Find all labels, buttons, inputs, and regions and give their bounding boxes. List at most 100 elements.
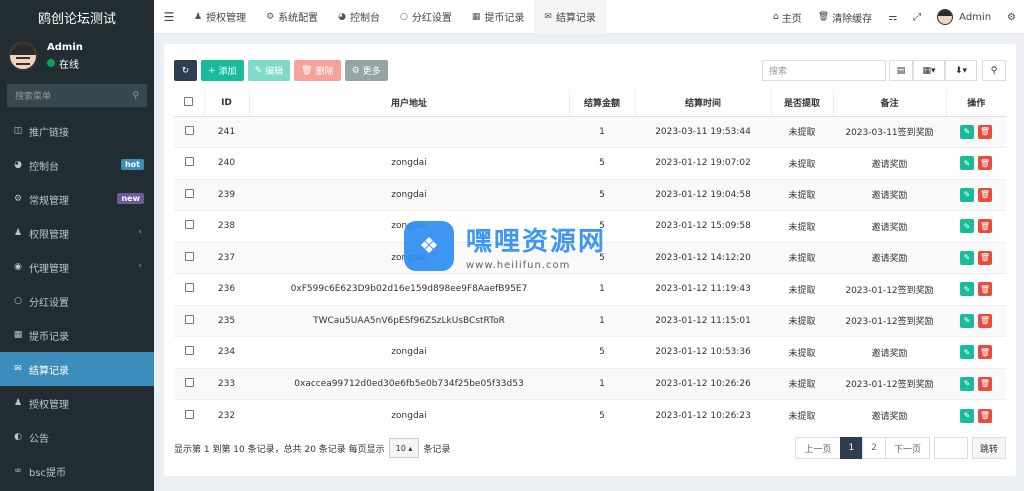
table-row[interactable]: 232 zongdai 5 2023-01-12 10:26:23 未提取 邀请… xyxy=(174,399,1006,431)
delete-button[interactable]: 🗑 删除 xyxy=(294,60,341,81)
row-delete-button[interactable]: 🗑 xyxy=(978,282,992,297)
tab-dashboard[interactable]: ◕ 控制台 xyxy=(328,0,390,34)
row-edit-button[interactable]: ✎ xyxy=(960,345,974,360)
row-checkbox[interactable] xyxy=(184,188,194,198)
row-checkbox[interactable] xyxy=(184,220,194,230)
tab-authorization[interactable]: ♟ 授权管理 xyxy=(184,0,256,34)
tab-settlements[interactable]: ✉ 结算记录 xyxy=(534,0,606,34)
page-2-button[interactable]: 2 xyxy=(862,437,886,459)
select-all-checkbox[interactable] xyxy=(184,96,194,106)
columns-button[interactable]: ▦▾ xyxy=(913,60,945,81)
page-1-button[interactable]: 1 xyxy=(839,437,864,459)
table-row[interactable]: 236 0xF599c6E623D9b02d16e159d898ee9F8Aae… xyxy=(174,273,1006,305)
row-delete-button[interactable]: 🗑 xyxy=(978,376,992,391)
row-checkbox[interactable] xyxy=(184,377,194,387)
sidebar-item-announcement[interactable]: ◐ 公告 xyxy=(0,420,154,454)
app-title[interactable]: 鸥创论坛测试 xyxy=(0,0,154,34)
row-delete-button[interactable]: 🗑 xyxy=(978,313,992,328)
row-checkbox-cell[interactable] xyxy=(174,304,204,337)
row-delete-button[interactable]: 🗑 xyxy=(978,187,992,202)
row-edit-button[interactable]: ✎ xyxy=(960,187,974,202)
sidebar-item-withdrawals[interactable]: ▦ 提币记录 xyxy=(0,318,154,352)
table-row[interactable]: 234 zongdai 5 2023-01-12 10:53:36 未提取 邀请… xyxy=(174,336,1006,368)
fullscreen-icon[interactable]: ⤢ xyxy=(905,12,929,23)
menu-toggle-icon[interactable]: ☰ xyxy=(154,10,184,24)
row-delete-button[interactable]: 🗑 xyxy=(978,219,992,234)
sidebar-item-agents[interactable]: ◉ 代理管理 ‹ xyxy=(0,250,154,284)
sidebar-item-dashboard[interactable]: ◕ 控制台 hot xyxy=(0,148,154,182)
refresh-button[interactable]: ↻ xyxy=(174,60,197,81)
tab-dividend[interactable]: ○ 分红设置 xyxy=(390,0,462,34)
row-edit-button[interactable]: ✎ xyxy=(960,124,974,139)
tab-withdrawals[interactable]: ▦ 提币记录 xyxy=(462,0,535,34)
avatar xyxy=(937,9,954,25)
row-checkbox-cell[interactable] xyxy=(174,147,204,179)
table-row[interactable]: 233 0xaccea99712d0ed30e6fb5e0b734f25be05… xyxy=(174,367,1006,400)
row-edit-button[interactable]: ✎ xyxy=(960,156,974,171)
row-delete-button[interactable]: 🗑 xyxy=(978,156,992,171)
row-checkbox[interactable] xyxy=(184,125,194,135)
row-edit-button[interactable]: ✎ xyxy=(960,408,974,423)
table-row[interactable]: 240 zongdai 5 2023-01-12 19:07:02 未提取 邀请… xyxy=(174,147,1006,179)
row-checkbox-cell[interactable] xyxy=(174,367,204,400)
row-delete-button[interactable]: 🗑 xyxy=(978,345,992,360)
column-header-address[interactable]: 用户地址 xyxy=(248,90,569,117)
sidebar-item-dividend[interactable]: ○ 分红设置 xyxy=(0,284,154,318)
row-checkbox-cell[interactable] xyxy=(174,273,204,305)
jump-page-input[interactable] xyxy=(933,437,968,459)
row-delete-button[interactable]: 🗑 xyxy=(978,250,992,265)
row-checkbox-cell[interactable] xyxy=(174,241,204,274)
toggle-view-button[interactable]: ▤ xyxy=(889,60,913,81)
row-edit-button[interactable]: ✎ xyxy=(960,376,974,391)
row-edit-button[interactable]: ✎ xyxy=(960,219,974,234)
sidebar-item-promo-link[interactable]: ◫ 推广链接 xyxy=(0,114,154,148)
export-button[interactable]: ⬇▾ xyxy=(945,60,977,81)
column-header-note[interactable]: 备注 xyxy=(832,90,946,117)
user-menu[interactable]: Admin xyxy=(929,9,999,25)
more-button[interactable]: ⚙ 更多 xyxy=(344,60,388,81)
edit-button[interactable]: ✎ 编辑 xyxy=(247,60,291,81)
jump-button[interactable]: 跳转 xyxy=(971,437,1006,459)
select-all-header[interactable] xyxy=(174,90,204,117)
row-delete-button[interactable]: 🗑 xyxy=(978,408,992,423)
row-checkbox-cell[interactable] xyxy=(174,115,204,148)
sidebar-item-permissions[interactable]: ♟ 权限管理 ‹ xyxy=(0,216,154,250)
gear-icon[interactable]: ⚙ xyxy=(999,12,1024,23)
row-delete-button[interactable]: 🗑 xyxy=(978,124,992,139)
row-checkbox[interactable] xyxy=(184,409,194,419)
row-checkbox[interactable] xyxy=(184,314,194,324)
row-edit-button[interactable]: ✎ xyxy=(960,282,974,297)
page-size-select[interactable]: 10 ▴ xyxy=(388,438,420,458)
clear-cache-button[interactable]: 🗑 清除缓存 xyxy=(810,10,880,25)
row-checkbox[interactable] xyxy=(184,283,194,293)
column-header-time[interactable]: 结算时间 xyxy=(634,90,771,117)
row-checkbox[interactable] xyxy=(184,251,194,261)
column-header-extracted[interactable]: 是否提取 xyxy=(770,90,833,117)
column-header-amount[interactable]: 结算金额 xyxy=(568,90,635,117)
row-edit-button[interactable]: ✎ xyxy=(960,250,974,265)
sidebar-search-input[interactable]: 搜索菜单 ⚲ xyxy=(7,84,147,107)
sidebar-item-authorization[interactable]: ♟ 授权管理 xyxy=(0,386,154,420)
home-link[interactable]: ⌂ 主页 xyxy=(765,10,810,25)
row-checkbox-cell[interactable] xyxy=(174,210,204,242)
sidebar-item-bsc-withdraw[interactable]: ∞ bsc提币 xyxy=(0,454,154,488)
table-search-input[interactable]: 搜索 xyxy=(762,60,886,81)
sidebar-item-settlements[interactable]: ✉ 结算记录 xyxy=(0,352,154,386)
sidebar-item-general[interactable]: ⚙ 常规管理 new xyxy=(0,182,154,216)
column-header-id[interactable]: ID xyxy=(203,90,249,117)
table-row[interactable]: 241 1 2023-03-11 19:53:44 未提取 2023-03-11… xyxy=(174,115,1006,148)
row-checkbox[interactable] xyxy=(184,157,194,167)
table-row[interactable]: 235 TWCau5UAA5nV6pESf96ZSzLkUsBCstRToR 1… xyxy=(174,304,1006,337)
row-checkbox-cell[interactable] xyxy=(174,178,204,211)
advanced-search-button[interactable]: ⚲ xyxy=(982,60,1006,81)
row-checkbox[interactable] xyxy=(184,346,194,356)
row-checkbox-cell[interactable] xyxy=(174,399,204,431)
prev-page-button[interactable]: 上一页 xyxy=(795,437,841,459)
next-page-button[interactable]: 下一页 xyxy=(884,437,930,459)
translate-icon[interactable]: ⚎ xyxy=(880,12,905,23)
row-edit-button[interactable]: ✎ xyxy=(960,313,974,328)
tab-system-config[interactable]: ⚙ 系统配置 xyxy=(256,0,328,34)
add-button[interactable]: + 添加 xyxy=(201,60,244,81)
row-checkbox-cell[interactable] xyxy=(174,336,204,368)
table-row[interactable]: 239 zongdai 5 2023-01-12 19:04:58 未提取 邀请… xyxy=(174,178,1006,211)
